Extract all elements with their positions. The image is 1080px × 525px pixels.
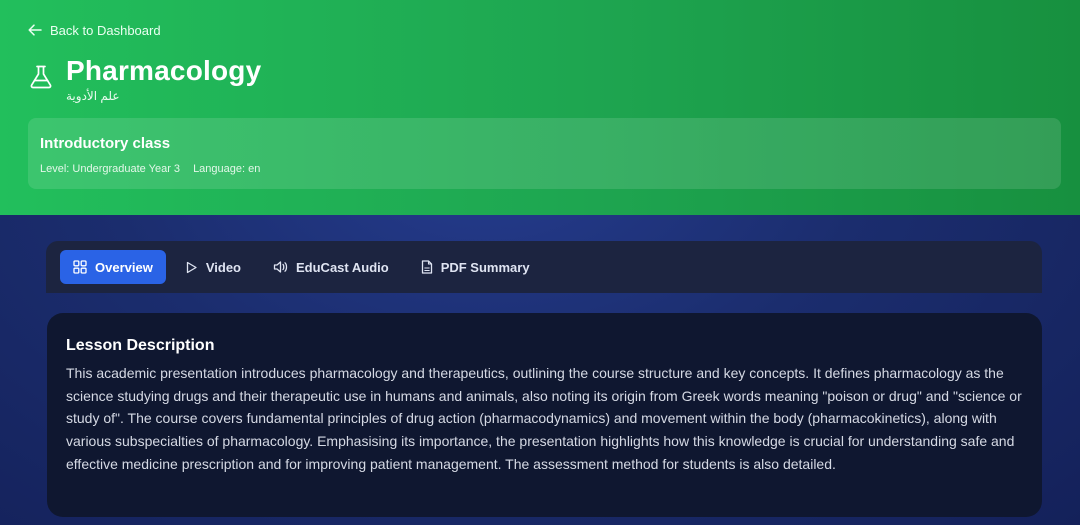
class-info-card: Introductory class Level: Undergraduate … bbox=[28, 118, 1061, 189]
level-label: Level: Undergraduate Year 3 bbox=[40, 163, 181, 175]
tab-label: Video bbox=[205, 259, 241, 275]
tab-educast-audio[interactable]: EduCast Audio bbox=[260, 250, 402, 284]
title-row: Pharmacology علم الأدوية bbox=[28, 56, 261, 104]
class-meta: Level: Undergraduate Year 3 Language: en bbox=[40, 162, 1049, 176]
grid-icon bbox=[73, 260, 87, 274]
page-title: Pharmacology bbox=[66, 55, 262, 86]
back-link-label: Back to Dashboard bbox=[50, 22, 161, 38]
speaker-icon bbox=[273, 261, 288, 273]
content-tabs: Overview Video EduCast Audio PDF Summary bbox=[46, 241, 1042, 293]
flask-icon bbox=[30, 65, 52, 89]
arrow-left-icon bbox=[28, 24, 42, 36]
tab-overview[interactable]: Overview bbox=[60, 250, 166, 284]
arabic-subtitle: علم الأدوية bbox=[66, 89, 120, 103]
class-title: Introductory class bbox=[40, 135, 171, 152]
tab-label: Overview bbox=[95, 259, 153, 275]
lesson-description-text: This academic presentation introduces ph… bbox=[66, 365, 1022, 472]
tab-pdf-summary[interactable]: PDF Summary bbox=[408, 250, 543, 284]
tab-label: EduCast Audio bbox=[296, 259, 389, 275]
lesson-description-card: Lesson Description This academic present… bbox=[47, 313, 1042, 517]
back-to-dashboard-link[interactable]: Back to Dashboard bbox=[28, 21, 161, 39]
play-icon bbox=[186, 261, 197, 273]
lesson-description-heading: Lesson Description bbox=[66, 337, 215, 354]
course-header: Back to Dashboard Pharmacology علم الأدو… bbox=[0, 0, 1080, 215]
document-icon bbox=[421, 260, 432, 274]
tab-video[interactable]: Video bbox=[172, 250, 254, 284]
tab-label: PDF Summary bbox=[440, 259, 530, 275]
language-label: Language: en bbox=[193, 163, 261, 175]
